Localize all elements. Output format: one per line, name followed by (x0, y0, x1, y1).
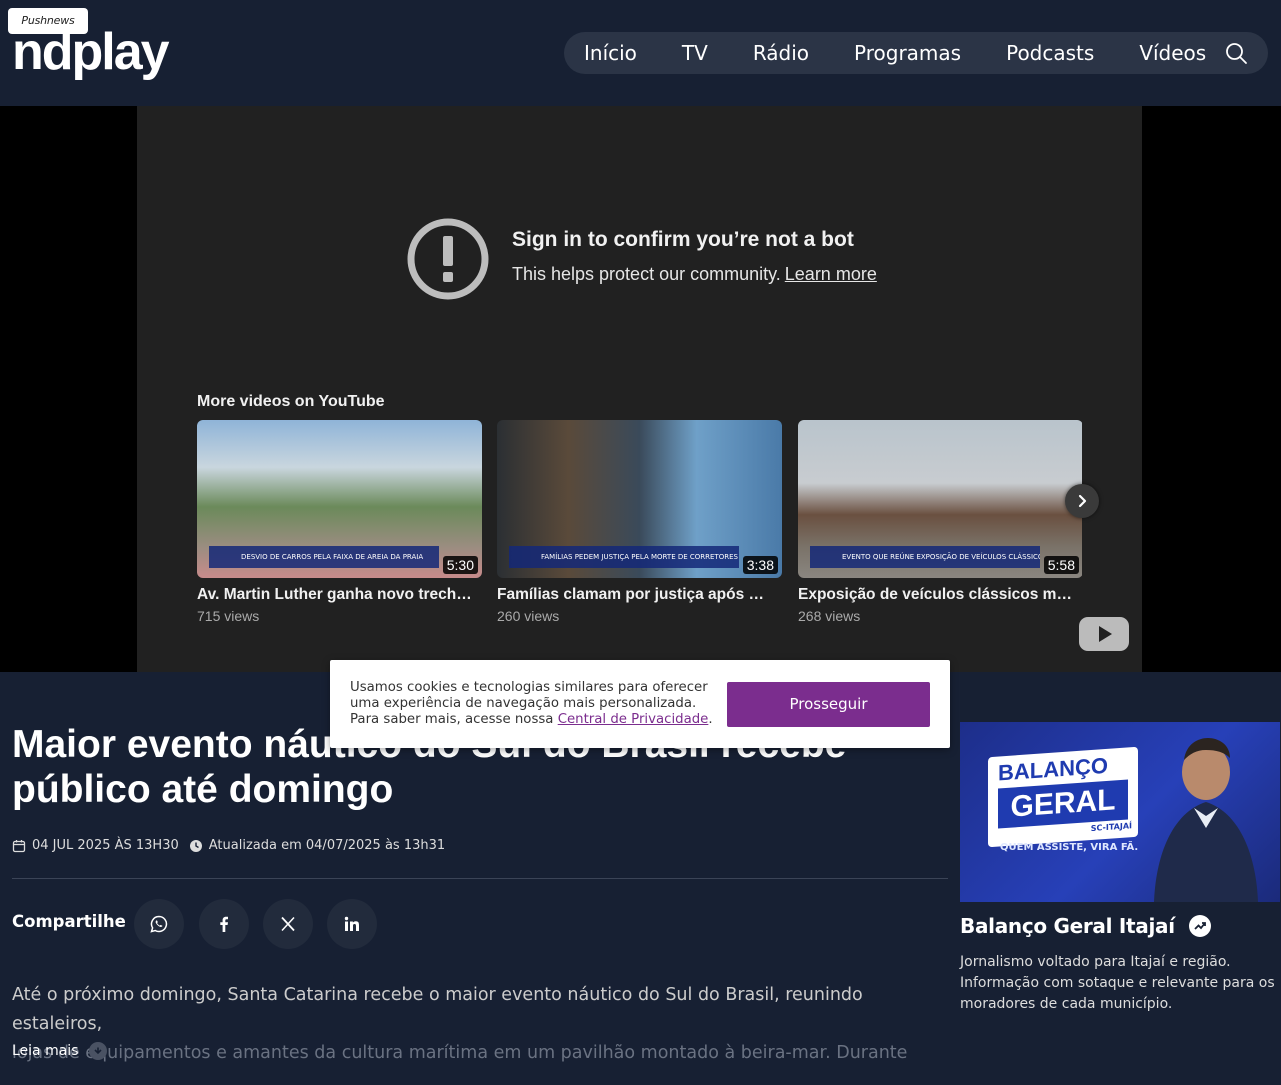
program-logo-line3: SC-ITAJAÍ (1090, 821, 1132, 834)
privacy-center-link[interactable]: Central de Privacidade (558, 712, 709, 727)
program-logo: BALANÇO GERAL SC-ITAJAÍ (988, 746, 1138, 848)
bot-check-text: This helps protect our community. (512, 264, 781, 284)
video-thumbnail[interactable]: DESVIO DE CARROS PELA FAIXA DE AREIA DA … (197, 420, 482, 578)
nav-item-inicio[interactable]: Início (584, 41, 637, 65)
video-duration: 3:38 (742, 556, 778, 574)
article-body-line: Até o próximo domingo, Santa Catarina re… (12, 985, 863, 1034)
read-more-button[interactable]: Leia mais (12, 1042, 107, 1060)
x-twitter-icon (281, 916, 295, 932)
video-card[interactable]: DESVIO DE CARROS PELA FAIXA DE AREIA DA … (197, 420, 482, 624)
bot-check-title: Sign in to confirm you’re not a bot (512, 228, 854, 251)
carousel-next-button[interactable] (1065, 484, 1099, 518)
nav-item-radio[interactable]: Rádio (753, 41, 809, 65)
video-card[interactable]: EVENTO QUE REÚNE EXPOSIÇÃO DE VEÍCULOS C… (798, 420, 1082, 624)
article-body-line-faded: lojas de equipamentos e amantes da cultu… (12, 1043, 908, 1063)
thumbnail-lower-third: FAMÍLIAS PEDEM JUSTIÇA PELA MORTE DE COR… (509, 546, 739, 568)
trending-icon (1188, 915, 1211, 937)
share-facebook-button[interactable] (199, 899, 249, 949)
nav-item-programas[interactable]: Programas (854, 41, 961, 65)
video-views: 715 views (197, 608, 260, 624)
publish-date: 04 JUL 2025 ÀS 13H30 (32, 838, 179, 853)
nav-item-videos[interactable]: Vídeos (1139, 41, 1206, 65)
thumbnail-lower-third: EVENTO QUE REÚNE EXPOSIÇÃO DE VEÍCULOS C… (810, 546, 1040, 568)
share-linkedin-button[interactable] (327, 899, 377, 949)
video-duration: 5:30 (442, 556, 478, 574)
alert-icon (407, 218, 489, 300)
video-card[interactable]: FAMÍLIAS PEDEM JUSTIÇA PELA MORTE DE COR… (497, 420, 782, 624)
chevron-right-icon (1078, 494, 1087, 508)
program-tagline: QUEM ASSISTE, VIRA FÃ. (1000, 842, 1139, 853)
whatsapp-icon (150, 915, 168, 933)
youtube-player[interactable]: Sign in to confirm you’re not a bot This… (137, 106, 1142, 672)
linkedin-icon (344, 916, 359, 931)
cookie-accept-button[interactable]: Prosseguir (727, 682, 930, 727)
site-header: Pushnews ndplay Início TV Rádio Programa… (0, 0, 1281, 106)
video-thumbnail[interactable]: EVENTO QUE REÚNE EXPOSIÇÃO DE VEÍCULOS C… (798, 420, 1082, 578)
article-body: Até o próximo domingo, Santa Catarina re… (12, 981, 942, 1068)
divider (12, 878, 948, 879)
arrow-down-icon (88, 1042, 107, 1060)
more-videos-carousel: DESVIO DE CARROS PELA FAIXA DE AREIA DA … (197, 420, 1082, 640)
program-title[interactable]: Balanço Geral Itajaí (960, 914, 1211, 938)
video-title[interactable]: Av. Martin Luther ganha novo trecho; ... (197, 586, 477, 604)
main-nav: Início TV Rádio Programas Podcasts Vídeo… (564, 32, 1268, 74)
presenter-image (1154, 738, 1258, 902)
nav-item-tv[interactable]: TV (682, 41, 708, 65)
nav-item-podcasts[interactable]: Podcasts (1006, 41, 1094, 65)
program-promo-image[interactable]: BALANÇO GERAL SC-ITAJAÍ QUEM ASSISTE, VI… (960, 722, 1280, 902)
updated-date: Atualizada em 04/07/2025 às 13h31 (208, 838, 446, 853)
video-views: 260 views (497, 608, 560, 624)
more-videos-title: More videos on YouTube (197, 393, 385, 410)
clock-icon (189, 839, 202, 852)
program-title-text: Balanço Geral Itajaí (960, 914, 1175, 938)
search-icon[interactable] (1224, 41, 1248, 65)
facebook-icon (220, 916, 228, 932)
share-label: Compartilhe (12, 912, 126, 931)
youtube-logo-icon[interactable] (1078, 616, 1130, 652)
site-logo[interactable]: ndplay (12, 22, 170, 82)
cookie-text: Usamos cookies e tecnologias similares p… (350, 680, 713, 727)
article-meta: 04 JUL 2025 ÀS 13H30 Atualizada em 04/07… (12, 838, 445, 853)
cookie-banner: Usamos cookies e tecnologias similares p… (330, 660, 950, 748)
video-thumbnail[interactable]: FAMÍLIAS PEDEM JUSTIÇA PELA MORTE DE COR… (497, 420, 782, 578)
program-description: Jornalismo voltado para Itajaí e região.… (960, 954, 1275, 1012)
share-x-button[interactable] (263, 899, 313, 949)
bot-check-subtitle: This helps protect our community. Learn m… (512, 264, 877, 285)
calendar-icon (12, 839, 26, 852)
video-views: 268 views (798, 608, 861, 624)
video-title[interactable]: Famílias clamam por justiça após mo... (497, 586, 777, 604)
thumbnail-lower-third: DESVIO DE CARROS PELA FAIXA DE AREIA DA … (209, 546, 439, 568)
share-whatsapp-button[interactable] (134, 899, 184, 949)
learn-more-link[interactable]: Learn more (785, 264, 877, 284)
video-title[interactable]: Exposição de veículos clássicos movi... (798, 586, 1078, 604)
read-more-label: Leia mais (12, 1043, 79, 1059)
video-duration: 5:58 (1043, 556, 1079, 574)
program-logo-line2: GERAL (998, 779, 1128, 829)
